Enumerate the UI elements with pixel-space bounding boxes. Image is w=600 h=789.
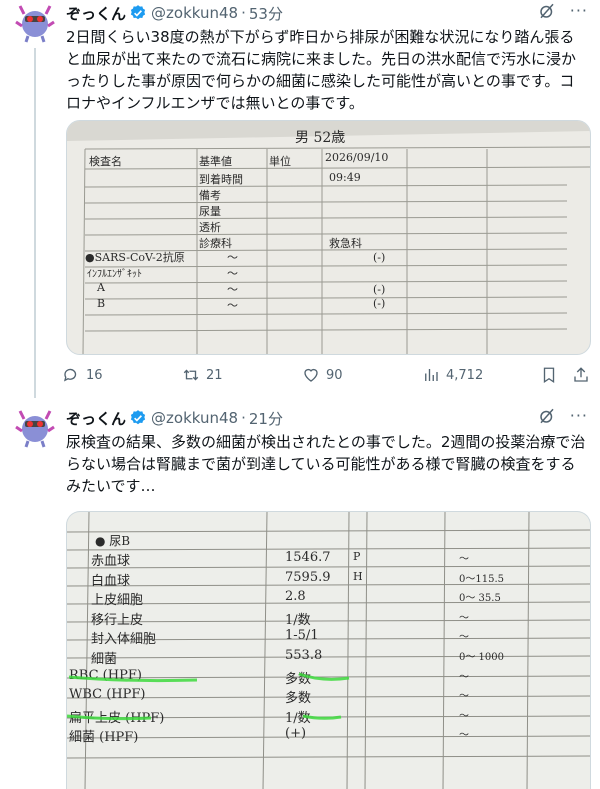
grok-icon[interactable] bbox=[538, 407, 556, 425]
urinalysis-test-name: 白血球 bbox=[91, 573, 131, 589]
urinalysis-value: 7595.9 bbox=[285, 569, 331, 585]
tweet-1[interactable]: ぞっくん @zokkun48 · 53分 ··· 2日間くらい38度の熱が下がら… bbox=[0, 0, 600, 400]
arrival-label: 到着時間 bbox=[199, 173, 243, 186]
urinalysis-value: 多数 bbox=[285, 691, 312, 707]
author-name[interactable]: ぞっくん bbox=[66, 408, 126, 429]
urinalysis-value: 1-5/1 bbox=[285, 628, 319, 644]
urinalysis-test-name: 細菌 bbox=[91, 652, 118, 667]
retweet-count: 21 bbox=[206, 367, 223, 383]
heart-icon bbox=[304, 368, 318, 382]
col-header-unit: 単位 bbox=[269, 155, 291, 168]
tweet-photo[interactable]: 男 52歳 検査名 基準値 単位 2026/09/10 到着時間 09:49 備… bbox=[66, 120, 591, 355]
urinalysis-test-name: 移行上皮 bbox=[91, 612, 144, 628]
bookmark-button[interactable] bbox=[540, 366, 558, 384]
col-header-test-name: 検査名 bbox=[89, 155, 122, 168]
share-button[interactable] bbox=[572, 366, 590, 384]
tweet-header: ぞっくん @zokkun48 · 21分 bbox=[66, 407, 283, 429]
grok-icon[interactable] bbox=[538, 2, 556, 20]
tweet-photo[interactable]: ● 尿B 赤血球 1546.7 P ～ 白血球 7595.9 H 0～115.5 上皮細胞 2.8… bbox=[66, 511, 591, 789]
test-result: (-) bbox=[373, 251, 386, 264]
row-label: 透析 bbox=[199, 221, 221, 234]
urinalysis-reference: ～ bbox=[459, 554, 469, 565]
views-count: 4,712 bbox=[446, 367, 484, 383]
urinalysis-reference: ～ bbox=[459, 671, 469, 683]
test-result: (-) bbox=[373, 283, 386, 296]
urinalysis-test-name: RBC (HPF) bbox=[69, 667, 142, 683]
arrival-value: 09:49 bbox=[329, 171, 361, 184]
retweet-button[interactable]: 21 bbox=[182, 366, 223, 384]
bookmark-icon bbox=[543, 367, 555, 384]
reply-count: 16 bbox=[86, 367, 103, 383]
tweet-text: 2日間くらい38度の熱が下がらず昨日から排尿が困難な状況になり踏ん張ると血尿が出… bbox=[66, 28, 577, 112]
urinalysis-value: 1/数 bbox=[285, 612, 311, 628]
urinalysis-test-name: 封入体細胞 bbox=[91, 632, 157, 648]
test-ref: ～ bbox=[227, 299, 238, 312]
urinalysis-value: 1/数 bbox=[285, 710, 311, 726]
tweet-header: ぞっくん @zokkun48 · 53分 bbox=[66, 2, 283, 24]
share-icon bbox=[574, 367, 588, 382]
action-bar: 16 21 90 4,712 bbox=[62, 366, 592, 388]
row-label: 尿量 bbox=[199, 205, 221, 218]
urinalysis-value: 1546.7 bbox=[285, 550, 331, 565]
test-ref: ～ bbox=[227, 251, 238, 264]
tweet-text: 尿検査の結果、多数の細菌が検出されたとの事でした。2週間の投薬治療で治らない場合… bbox=[66, 433, 586, 495]
section-label: ● 尿B bbox=[95, 534, 131, 548]
verified-badge-icon bbox=[130, 5, 146, 20]
retweet-icon bbox=[183, 369, 199, 381]
more-options-icon[interactable]: ··· bbox=[570, 2, 588, 20]
avatar[interactable] bbox=[14, 2, 56, 44]
test-name: ｲﾝﾌﾙｴﾝｻﾞｷｯﾄ bbox=[87, 269, 142, 280]
test-ref: ～ bbox=[227, 283, 238, 296]
urinalysis-reference: ～ bbox=[459, 691, 469, 703]
author-name[interactable]: ぞっくん bbox=[66, 3, 126, 24]
test-name: ●SARS-CoV-2抗原 bbox=[85, 251, 185, 264]
like-count: 90 bbox=[326, 367, 343, 383]
urinalysis-test-name: 細菌 (HPF) bbox=[69, 730, 139, 746]
urinalysis-reference: ～ bbox=[459, 612, 469, 624]
reply-icon bbox=[63, 368, 77, 382]
col-header-date: 2026/09/10 bbox=[325, 151, 389, 164]
urinalysis-value: (+) bbox=[285, 726, 307, 742]
department-value: 救急科 bbox=[329, 237, 362, 250]
more-options-icon[interactable]: ··· bbox=[570, 407, 588, 425]
like-button[interactable]: 90 bbox=[302, 366, 343, 384]
separator-dot: · bbox=[241, 409, 246, 427]
urinalysis-reference: 0～115.5 bbox=[459, 573, 504, 585]
urinalysis-test-name: 上皮細胞 bbox=[91, 593, 144, 609]
author-handle[interactable]: @zokkun48 bbox=[151, 4, 238, 22]
urinalysis-reference: ～ bbox=[459, 730, 469, 742]
avatar[interactable] bbox=[14, 407, 56, 449]
views-button[interactable]: 4,712 bbox=[422, 366, 483, 384]
reply-button[interactable]: 16 bbox=[62, 366, 103, 384]
urinalysis-flag: P bbox=[353, 550, 361, 563]
separator-dot: · bbox=[241, 4, 246, 22]
timestamp[interactable]: 21分 bbox=[249, 408, 283, 429]
author-handle[interactable]: @zokkun48 bbox=[151, 409, 238, 427]
verified-badge-icon bbox=[130, 410, 146, 425]
timestamp[interactable]: 53分 bbox=[249, 3, 283, 24]
test-name: B bbox=[97, 297, 106, 310]
urinalysis-value: 553.8 bbox=[285, 648, 323, 663]
patient-info: 男 52歳 bbox=[295, 130, 346, 146]
urinalysis-reference: ～ bbox=[459, 710, 469, 722]
urinalysis-test-name: 赤血球 bbox=[91, 554, 131, 569]
urinalysis-flag: H bbox=[353, 569, 363, 583]
analytics-icon bbox=[425, 369, 438, 381]
urinalysis-reference: 0～ 1000 bbox=[459, 652, 504, 663]
row-label: 備考 bbox=[199, 189, 221, 202]
test-ref: ～ bbox=[227, 267, 238, 280]
urinalysis-test-name: WBC (HPF) bbox=[69, 687, 146, 703]
tweet-2[interactable]: ぞっくん @zokkun48 · 21分 ··· 尿検査の結果、多数の細菌が検出… bbox=[0, 405, 600, 789]
urinalysis-reference: ～ bbox=[459, 632, 469, 644]
col-header-reference: 基準値 bbox=[199, 155, 232, 168]
urinalysis-test-name: 扁平上皮 (HPF) bbox=[69, 710, 165, 726]
urinalysis-reference: 0～ 35.5 bbox=[459, 593, 501, 605]
thread-line bbox=[34, 48, 36, 398]
test-name: A bbox=[97, 281, 105, 294]
urinalysis-value: 多数 bbox=[285, 671, 312, 687]
test-result: (-) bbox=[373, 297, 386, 310]
urinalysis-value: 2.8 bbox=[285, 589, 306, 605]
